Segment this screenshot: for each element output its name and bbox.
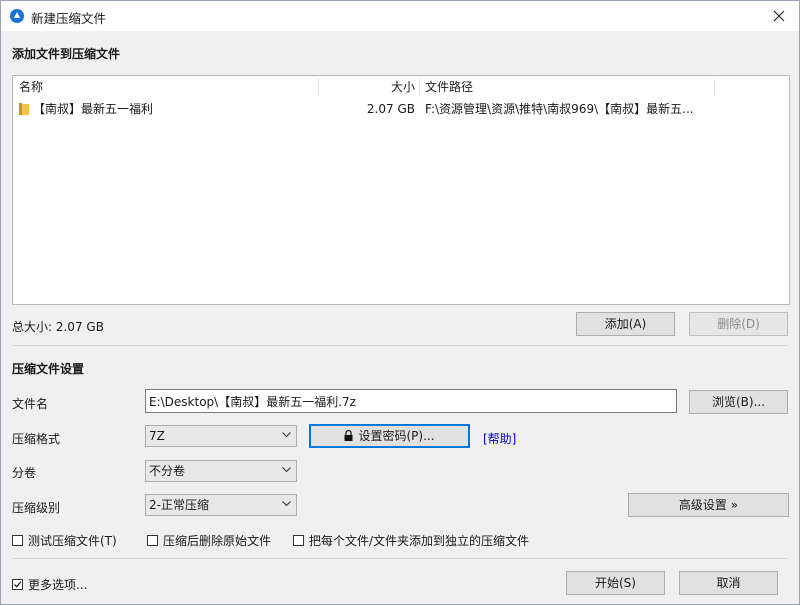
separate-archives-checkbox[interactable]: 把每个文件/文件夹添加到独立的压缩文件 (293, 532, 529, 549)
checkbox-box[interactable] (12, 579, 23, 590)
add-section-title: 添加文件到压缩文件 (12, 47, 121, 61)
column-header-name[interactable]: 名称 (19, 76, 43, 98)
lock-icon (344, 430, 353, 441)
row-path: F:\资源管理\资源\推特\南叔969\【南叔】最新五... (425, 102, 694, 116)
format-select-value: 7Z (149, 429, 165, 443)
divider (12, 345, 788, 346)
settings-section-title: 压缩文件设置 (12, 362, 85, 376)
chevron-down-icon (282, 432, 291, 438)
chevron-down-icon (282, 501, 291, 507)
level-label: 压缩级别 (12, 501, 61, 515)
folder-icon (19, 103, 29, 115)
row-size: 2.07 GB (366, 102, 415, 116)
row-name: 【南叔】最新五一福利 (33, 102, 154, 116)
delete-button[interactable]: 删除(D) (689, 312, 788, 336)
set-password-button[interactable]: 设置密码(P)... (309, 424, 470, 448)
help-link[interactable]: [帮助] (483, 430, 516, 447)
chevron-down-icon (282, 467, 291, 473)
advanced-settings-button[interactable]: 高级设置 » (628, 493, 789, 517)
filename-input[interactable] (145, 389, 677, 413)
set-password-label: 设置密码(P)... (358, 429, 435, 443)
window-title: 新建压缩文件 (31, 11, 107, 26)
more-options-label: 更多选项... (28, 578, 88, 592)
check-icon (14, 581, 22, 588)
more-options-checkbox[interactable]: 更多选项... (12, 576, 87, 593)
column-header-size[interactable]: 大小 (319, 76, 415, 98)
split-label: 分卷 (12, 466, 37, 480)
level-select-value: 2-正常压缩 (149, 498, 209, 512)
new-archive-dialog: 新建压缩文件 添加文件到压缩文件 名称 大小 文件路径 【南叔】最新五一福利 2… (0, 0, 800, 605)
file-list[interactable]: 名称 大小 文件路径 【南叔】最新五一福利 2.07 GB F:\资源管理\资源… (12, 75, 790, 305)
start-button[interactable]: 开始(S) (566, 571, 665, 595)
level-select[interactable]: 2-正常压缩 (145, 494, 297, 516)
split-select-value: 不分卷 (149, 464, 186, 478)
test-archive-label: 测试压缩文件(T) (28, 534, 117, 548)
column-header-path[interactable]: 文件路径 (425, 76, 473, 98)
test-archive-checkbox[interactable]: 测试压缩文件(T) (12, 532, 117, 549)
title-bar: 新建压缩文件 (1, 1, 799, 31)
cancel-button[interactable]: 取消 (679, 571, 778, 595)
total-size: 总大小: 2.07 GB (12, 320, 104, 334)
add-button[interactable]: 添加(A) (576, 312, 675, 336)
checkbox-box[interactable] (12, 535, 23, 546)
column-separator[interactable] (419, 79, 420, 96)
delete-original-checkbox[interactable]: 压缩后删除原始文件 (147, 532, 271, 549)
filename-label: 文件名 (12, 397, 49, 411)
close-button[interactable] (759, 1, 799, 31)
column-separator[interactable] (714, 79, 715, 96)
split-select[interactable]: 不分卷 (145, 460, 297, 482)
browse-button[interactable]: 浏览(B)... (689, 390, 788, 414)
divider (12, 558, 788, 559)
format-select[interactable]: 7Z (145, 425, 297, 447)
separate-archives-label: 把每个文件/文件夹添加到独立的压缩文件 (309, 534, 530, 548)
close-icon (773, 10, 785, 22)
app-icon (10, 9, 24, 23)
checkbox-box[interactable] (147, 535, 158, 546)
delete-original-label: 压缩后删除原始文件 (163, 534, 272, 548)
checkbox-box[interactable] (293, 535, 304, 546)
format-label: 压缩格式 (12, 432, 61, 446)
